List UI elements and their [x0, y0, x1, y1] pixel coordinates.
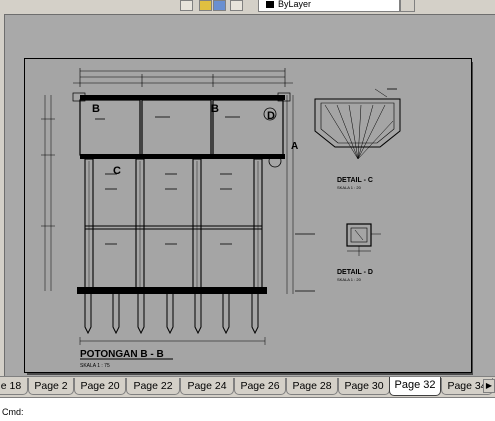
label-a: A [291, 141, 298, 152]
layout-tab-bar: e 18 Page 2 Page 20 Page 22 Page 24 Page… [0, 376, 495, 397]
tab-page-22[interactable]: Page 22 [126, 378, 180, 395]
detail-d-scale: SKALA 1 : 20 [337, 277, 362, 282]
layer-previous-icon[interactable] [230, 0, 243, 11]
middle-beam [80, 154, 285, 159]
tab-page-20[interactable]: Page 20 [74, 378, 126, 395]
column-rebar [88, 161, 259, 289]
color-control-select[interactable]: ByLayer [258, 0, 400, 12]
section-scale: SKALA 1 : 75 [80, 363, 110, 369]
tab-page-18[interactable]: e 18 [0, 378, 28, 395]
bottom-dimensions [79, 337, 266, 345]
detail-d-title: DETAIL - D [337, 269, 373, 276]
lower-columns [84, 158, 263, 292]
label-b-right: B [211, 103, 219, 115]
tab-page-32[interactable]: Page 32 [389, 377, 441, 396]
command-line[interactable]: Cmd: [0, 397, 495, 421]
tab-page-26[interactable]: Page 26 [234, 378, 286, 395]
drawing-svg: B B C D A POTONGAN B - B SKALA 1 : 75 DE… [41, 68, 401, 369]
left-dimensions [41, 95, 55, 291]
paper-sheet[interactable]: B B C D A POTONGAN B - B SKALA 1 : 75 DE… [24, 58, 472, 373]
label-c: C [113, 165, 121, 177]
detail-c-title: DETAIL - C [337, 177, 373, 184]
detail-d-drawing [346, 223, 381, 256]
tab-page-24[interactable]: Page 24 [180, 378, 234, 395]
chevron-down-icon[interactable] [400, 0, 415, 12]
upper-cells [79, 99, 284, 156]
top-slab [80, 95, 285, 100]
label-b-left: B [92, 103, 100, 115]
detail-c-scale: SKALA 1 : 20 [337, 185, 362, 190]
tab-scroll-right-icon[interactable]: ▶ [483, 379, 495, 393]
command-prompt: Cmd: [2, 407, 24, 417]
tab-page-30[interactable]: Page 30 [338, 378, 390, 395]
right-dimensions [286, 95, 294, 294]
top-dimensions [73, 68, 293, 87]
detail-c-drawing [314, 88, 401, 160]
base-slab [77, 287, 267, 294]
color-control-value: ByLayer [278, 0, 312, 9]
piles [84, 294, 259, 335]
annotation-marks [95, 116, 315, 292]
section-title: POTONGAN B - B [80, 349, 164, 360]
color-swatch [266, 1, 274, 9]
layer-icon[interactable] [213, 0, 226, 11]
tab-page-28[interactable]: Page 28 [286, 378, 338, 395]
top-toolbar: ByLayer [0, 0, 495, 13]
layer-state-icon[interactable] [199, 0, 212, 11]
toolbar-button[interactable] [180, 0, 193, 11]
tab-page-2[interactable]: Page 2 [28, 378, 74, 395]
